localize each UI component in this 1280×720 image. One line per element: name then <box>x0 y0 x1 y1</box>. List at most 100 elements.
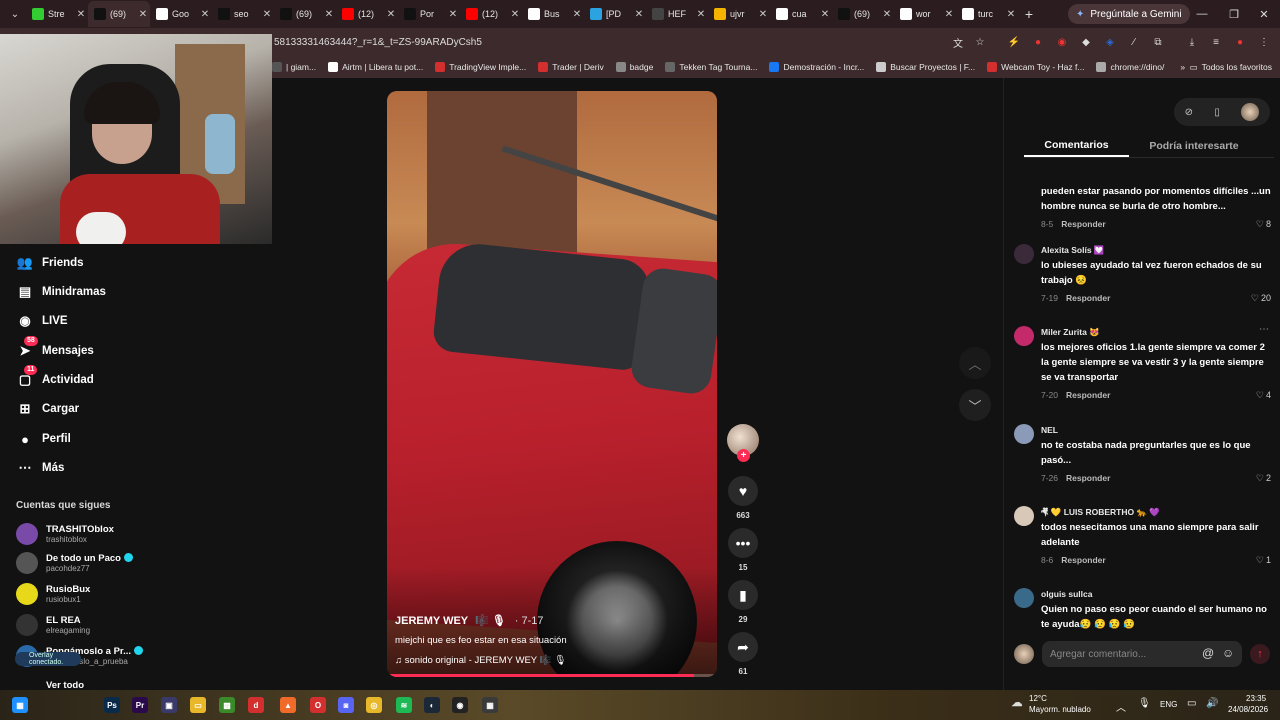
store-icon[interactable]: ▣ <box>161 697 177 713</box>
comment-like-button[interactable]: ♡ 8 <box>1256 219 1271 230</box>
bookmark-item[interactable]: Airtm | Libera tu pot... <box>328 62 423 72</box>
close-window-icon[interactable]: ✕ <box>1248 0 1280 28</box>
close-tab-icon[interactable]: ✕ <box>756 9 770 20</box>
reply-button[interactable]: Responder <box>1061 555 1105 565</box>
commenter-avatar[interactable] <box>1014 506 1034 526</box>
bookmarks-overflow-icon[interactable]: » <box>1180 62 1185 72</box>
heart-icon[interactable]: ♥ <box>728 476 758 506</box>
comment-like-button[interactable]: ♡ 4 <box>1256 390 1271 401</box>
browser-tab[interactable]: (12) ✕ <box>460 1 522 27</box>
extension-2-icon[interactable]: ● <box>1030 34 1046 50</box>
bookmark-item[interactable]: Tekken Tag Tourna... <box>665 62 757 72</box>
sidebar-item-mensajes[interactable]: ➤ 58 Mensajes <box>16 336 94 362</box>
sidebar-item-cargar[interactable]: ⊞ Cargar <box>16 398 80 420</box>
browser-tab[interactable]: Bus ✕ <box>522 1 584 27</box>
monitor-icon[interactable]: ▭ <box>1187 698 1196 709</box>
new-tab-button[interactable]: + <box>1018 6 1040 22</box>
browser-tab[interactable]: ujvr ✕ <box>708 1 770 27</box>
browser-tab[interactable]: Goo ✕ <box>150 1 212 27</box>
comment-more-icon[interactable]: ⋯ <box>1259 324 1269 335</box>
video-sound-link[interactable]: ♫ sonido original - JEREMY WEY 🎼 🎙 <box>395 655 566 666</box>
share-action[interactable]: ➦ 61 <box>727 632 759 676</box>
reply-button[interactable]: Responder <box>1066 473 1110 483</box>
browser-tab[interactable]: cua ✕ <box>770 1 832 27</box>
save-action[interactable]: ▮ 29 <box>727 580 759 624</box>
share-icon[interactable]: ➦ <box>728 632 758 662</box>
bookmark-item[interactable]: Webcam Toy - Haz f... <box>987 62 1084 72</box>
minimize-icon[interactable]: — <box>1186 0 1218 28</box>
browser-tab[interactable]: wor ✕ <box>894 1 956 27</box>
sidebar-item-perfil[interactable]: ● Perfil <box>16 428 71 450</box>
address-bar[interactable]: 58133331463444?_r=1&_t=ZS-99ARADyCsh5 <box>272 31 992 53</box>
bookmark-item[interactable]: Trader | Deriv <box>538 62 604 72</box>
language-indicator[interactable]: ENG <box>1160 700 1177 709</box>
browser-tab[interactable]: (12) ✕ <box>336 1 398 27</box>
all-bookmarks-button[interactable]: ▭ Todos los favoritos <box>1190 62 1272 73</box>
bookmark-item[interactable]: Buscar Proyectos | F... <box>876 62 975 72</box>
follow-plus-icon[interactable]: + <box>737 449 750 462</box>
following-account[interactable]: De todo un Paco pacohdez77 <box>16 549 256 577</box>
bookmark-icon[interactable]: ▮ <box>728 580 758 610</box>
profile-avatar-icon[interactable]: ● <box>1232 34 1248 50</box>
user-avatar[interactable] <box>1241 103 1260 121</box>
obs-icon[interactable]: ◉ <box>452 697 468 713</box>
comment-action[interactable]: ••• 15 <box>727 528 759 572</box>
discord-icon[interactable]: ◙ <box>338 697 354 713</box>
comment-username[interactable]: 🤻 💛 LUIS ROBERTHO 🐆 💜 <box>1041 506 1271 518</box>
bookmark-item[interactable]: Demostración - Incr... <box>769 62 864 72</box>
commenter-avatar[interactable] <box>1014 244 1034 264</box>
browser-tab[interactable]: turc ✕ <box>956 1 1018 27</box>
minecraft-icon[interactable]: ▩ <box>219 697 235 713</box>
emoji-icon[interactable]: ☺ <box>1222 646 1234 660</box>
extension-6-icon[interactable]: ∕ <box>1126 34 1142 50</box>
sidebar-item-live[interactable]: ◉ LIVE <box>16 310 67 332</box>
comment-username[interactable]: olguis sullca <box>1041 588 1271 600</box>
tray-chevron-up-icon[interactable]: ︿ <box>1116 699 1126 714</box>
close-tab-icon[interactable]: ✕ <box>260 9 274 20</box>
close-tab-icon[interactable]: ✕ <box>942 9 956 20</box>
previous-video-chevron-up-icon[interactable]: ︿ <box>959 347 991 379</box>
steam-icon[interactable]: ◐ <box>424 697 440 713</box>
comment-username[interactable]: Miler Zurita 😻 <box>1041 326 1271 338</box>
bookmark-star-icon[interactable]: ☆ <box>972 34 988 50</box>
spotify-icon[interactable]: ≋ <box>396 697 412 713</box>
close-tab-icon[interactable]: ✕ <box>508 9 522 20</box>
close-tab-icon[interactable]: ✕ <box>322 9 336 20</box>
brave-icon[interactable]: ▲ <box>280 697 296 713</box>
restore-icon[interactable]: ❐ <box>1218 0 1250 28</box>
extension-3-icon[interactable]: ◉ <box>1054 34 1070 50</box>
download-icon[interactable]: ⤓ <box>1184 34 1200 50</box>
close-tab-icon[interactable]: ✕ <box>694 9 708 20</box>
commenter-avatar[interactable] <box>1014 424 1034 444</box>
translate-icon[interactable]: 文 <box>950 34 966 50</box>
close-tab-icon[interactable]: ✕ <box>632 9 646 20</box>
close-tab-icon[interactable]: ✕ <box>198 9 212 20</box>
comment-like-button[interactable]: ♡ 2 <box>1256 473 1271 484</box>
video-player[interactable]: JEREMY WEY 🎼 🎙 · 7-17 miejchi que es feo… <box>387 91 717 677</box>
phone-icon[interactable]: ▯ <box>1214 107 1220 118</box>
browser-tab[interactable]: seo ✕ <box>212 1 274 27</box>
bookmark-item[interactable]: badge <box>615 62 653 72</box>
tab-comments[interactable]: Comentarios <box>1024 134 1129 157</box>
bookmark-item[interactable]: | giam... <box>272 62 316 72</box>
chrome-icon[interactable]: ◎ <box>366 697 382 713</box>
close-tab-icon[interactable]: ✕ <box>818 9 832 20</box>
tab-might-interest[interactable]: Podría interesarte <box>1134 134 1254 157</box>
volume-icon[interactable]: 🔊 <box>1206 698 1218 709</box>
reply-button[interactable]: Responder <box>1066 293 1110 303</box>
sidebar-item-minidramas[interactable]: ▤ Minidramas <box>16 281 106 303</box>
extensions-puzzle-icon[interactable]: ⧉ <box>1150 34 1166 50</box>
video-progress-bar[interactable] <box>387 674 717 677</box>
file-explorer-icon[interactable]: ▭ <box>190 697 206 713</box>
next-video-chevron-down-icon[interactable]: ﹀ <box>959 389 991 421</box>
browser-tab[interactable]: HEF ✕ <box>646 1 708 27</box>
browser-tab[interactable]: (69) ✕ <box>88 1 150 27</box>
close-tab-icon[interactable]: ✕ <box>570 9 584 20</box>
video-author[interactable]: JEREMY WEY 🎼 🎙 · 7-17 <box>395 614 544 627</box>
compass-icon[interactable]: ⊘ <box>1185 107 1193 118</box>
photoshop-icon[interactable]: Ps <box>104 697 120 713</box>
extension-4-icon[interactable]: ◆ <box>1078 34 1094 50</box>
comment-like-button[interactable]: ♡ 1 <box>1256 555 1271 566</box>
commenter-avatar[interactable] <box>1014 588 1034 608</box>
browser-menu-icon[interactable]: ⋮ <box>1256 34 1272 50</box>
